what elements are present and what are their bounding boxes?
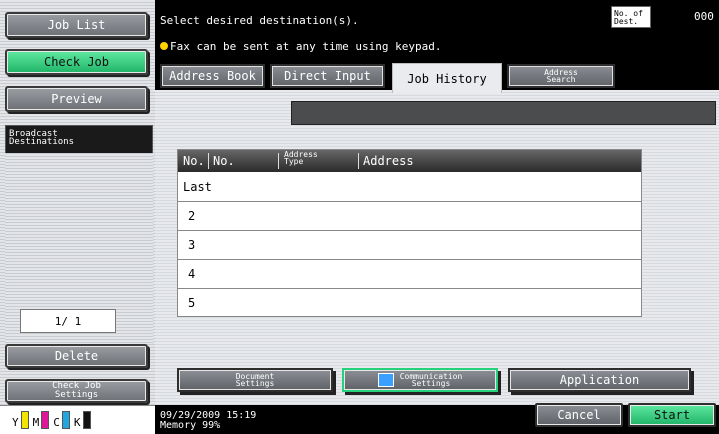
row-number: 2 [188,209,196,223]
toner-y-label: Y [12,416,19,429]
tab-address-search[interactable]: Address Search [507,64,615,88]
start-button[interactable]: Start [628,403,716,427]
table-row[interactable]: 4 [178,259,641,288]
status-bar: 09/29/2009 15:19 Memory 99% [160,411,256,431]
check-job-settings-button[interactable]: Check Job Settings [5,379,148,403]
dest-count-label: No. of Dest. [611,6,651,28]
job-history-table: No. No. Address Type Address Last 2 3 4 5 [177,149,642,317]
table-row[interactable]: 3 [178,230,641,259]
communication-settings-button[interactable]: Communication Settings [342,368,498,392]
preview-label: Preview [51,92,102,106]
row-number: 5 [188,296,196,310]
toner-k: K [74,411,91,429]
broadcast-label-line2: Destinations [9,137,75,147]
header-divider [278,153,279,169]
col-address-type: Address Type [284,151,318,166]
broadcast-destinations-header: Broadcast Destinations [5,125,153,155]
header-divider [208,153,209,169]
page-count-text: 1/ 1 [54,314,82,328]
communication-icon [377,373,394,387]
fax-note-text: Fax can be sent at any time using keypad… [170,40,442,53]
table-header: No. No. Address Type Address [178,150,641,172]
instruction-message: Select desired destination(s). [160,14,359,27]
toner-k-bar [82,411,91,429]
tab-job-history-label: Job History [407,71,487,86]
toner-m: M [33,411,50,429]
toner-y: Y [12,411,29,429]
row-number: 4 [188,267,196,281]
delete-label: Delete [54,349,99,363]
document-settings-button[interactable]: Document Settings [177,368,333,392]
check-job-button[interactable]: Check Job [5,49,148,75]
tab-address-book[interactable]: Address Book [160,64,265,88]
delete-button[interactable]: Delete [5,344,148,368]
dest-count-value: 000 [694,10,714,23]
application-button[interactable]: Application [508,368,691,392]
tab-job-history[interactable]: Job History [392,63,502,93]
tab-direct-input[interactable]: Direct Input [270,64,385,88]
dest-label-line2: Dest. [614,17,639,26]
cancel-button[interactable]: Cancel [535,403,623,427]
tab-direct-input-label: Direct Input [284,69,371,83]
row-number: 3 [188,238,196,252]
memory-status: Memory 99% [160,420,221,431]
check-job-settings-line2: Settings [54,390,99,400]
start-label: Start [653,408,691,422]
destination-display-bar [291,101,716,125]
job-list-label: Job List [47,18,106,32]
check-job-label: Check Job [43,55,110,69]
col-no: No. [183,154,205,168]
toner-k-label: K [73,416,81,429]
toner-m-label: M [32,416,40,429]
table-row[interactable]: 5 [178,288,641,317]
job-list-button[interactable]: Job List [5,12,148,38]
comm-settings-line2: Settings [411,379,451,388]
toner-c: C [53,411,70,429]
application-label: Application [559,373,640,387]
toner-c-label: C [53,416,60,429]
doc-settings-line2: Settings [235,379,275,388]
fax-note: Fax can be sent at any time using keypad… [160,40,442,53]
cancel-label: Cancel [557,408,601,422]
table-row[interactable]: 2 [178,201,641,230]
col-no-2: No. [213,154,235,168]
table-row[interactable]: Last [178,172,641,201]
row-number: Last [183,179,212,194]
lightbulb-icon [160,42,168,50]
toner-c-bar [61,411,70,429]
page-counter: 1/ 1 [20,309,116,333]
preview-button[interactable]: Preview [5,86,148,112]
col-address: Address [363,154,414,168]
col-address-type-line2: Type [284,157,304,166]
toner-y-bar [20,411,29,429]
toner-level-indicator: Y M C K [0,405,155,434]
header-divider [358,153,359,169]
tab-address-book-label: Address Book [169,69,256,83]
toner-m-bar [41,411,50,429]
address-search-line2: Search [546,75,576,84]
